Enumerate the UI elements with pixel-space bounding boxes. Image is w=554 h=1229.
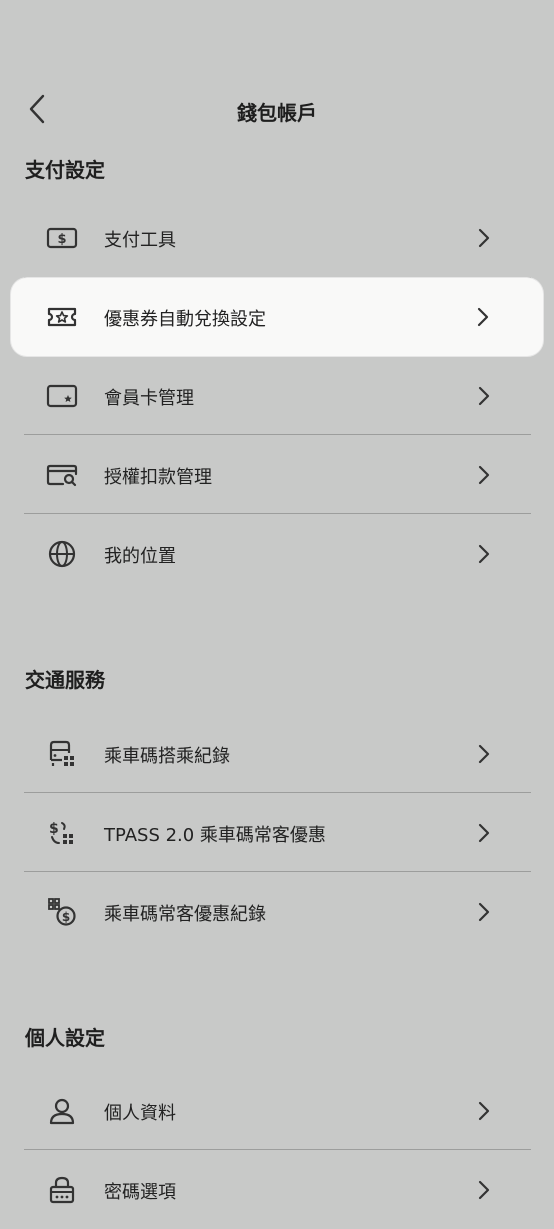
menu-item-label: 個人資料: [104, 1103, 176, 1124]
authorized-debit-icon: [46, 459, 78, 491]
globe-icon: [46, 538, 78, 570]
menu-item-label: 我的位置: [104, 546, 176, 567]
lock-icon: [46, 1174, 78, 1206]
menu-item-member-card[interactable]: 會員卡管理: [24, 357, 531, 435]
divider: [24, 513, 531, 514]
menu-item-label: 乘車碼搭乘紀錄: [104, 746, 230, 767]
menu-item-authorized-debit[interactable]: 授權扣款管理: [24, 436, 531, 514]
tpass-icon: $: [46, 817, 78, 849]
header: 錢包帳戶: [0, 80, 554, 140]
person-icon: [46, 1095, 78, 1127]
svg-text:$: $: [49, 821, 59, 837]
member-card-icon: [46, 380, 78, 412]
chevron-right-icon: [476, 305, 490, 329]
section-title-personal: 個人設定: [25, 1026, 105, 1050]
menu-item-label: 會員卡管理: [104, 388, 194, 409]
chevron-right-icon: [477, 742, 491, 766]
divider: [24, 434, 531, 435]
page-title: 錢包帳戶: [237, 101, 317, 125]
menu-item-label: 乘車碼常客優惠紀錄: [104, 904, 266, 925]
chevron-right-icon: [477, 1178, 491, 1202]
menu-item-frequent-rider-records[interactable]: $ 乘車碼常客優惠紀錄: [24, 873, 531, 951]
menu-item-payment-tools[interactable]: $ 支付工具: [24, 199, 531, 277]
menu-item-label: 支付工具: [104, 230, 176, 251]
menu-item-label: 授權扣款管理: [104, 467, 212, 488]
menu-item-label: 優惠券自動兌換設定: [104, 309, 266, 330]
chevron-right-icon: [477, 821, 491, 845]
chevron-right-icon: [477, 542, 491, 566]
chevron-right-icon: [477, 384, 491, 408]
section-title-payment: 支付設定: [25, 158, 105, 182]
chevron-right-icon: [477, 226, 491, 250]
frequent-rider-icon: $: [46, 896, 78, 928]
coupon-icon: [46, 301, 78, 333]
divider: [24, 792, 531, 793]
divider: [24, 1149, 531, 1150]
section-title-transport: 交通服務: [25, 668, 105, 692]
chevron-right-icon: [477, 900, 491, 924]
menu-item-personal-info[interactable]: 個人資料: [24, 1072, 531, 1150]
menu-item-coupon-auto-redeem[interactable]: 優惠券自動兌換設定: [11, 278, 543, 356]
menu-item-my-location[interactable]: 我的位置: [24, 515, 531, 593]
chevron-right-icon: [477, 1099, 491, 1123]
menu-item-ride-code-records[interactable]: 乘車碼搭乘紀錄: [24, 715, 531, 793]
bus-code-icon: [46, 738, 78, 770]
chevron-right-icon: [477, 463, 491, 487]
svg-text:$: $: [62, 910, 70, 924]
menu-item-label: TPASS 2.0 乘車碼常客優惠: [104, 825, 326, 846]
menu-item-tpass-frequent-rider[interactable]: $ TPASS 2.0 乘車碼常客優惠: [24, 794, 531, 872]
svg-text:$: $: [57, 232, 66, 247]
menu-item-label: 密碼選項: [104, 1182, 176, 1203]
cash-icon: $: [46, 222, 78, 254]
divider: [24, 871, 531, 872]
menu-item-password-options[interactable]: 密碼選項: [24, 1151, 531, 1229]
